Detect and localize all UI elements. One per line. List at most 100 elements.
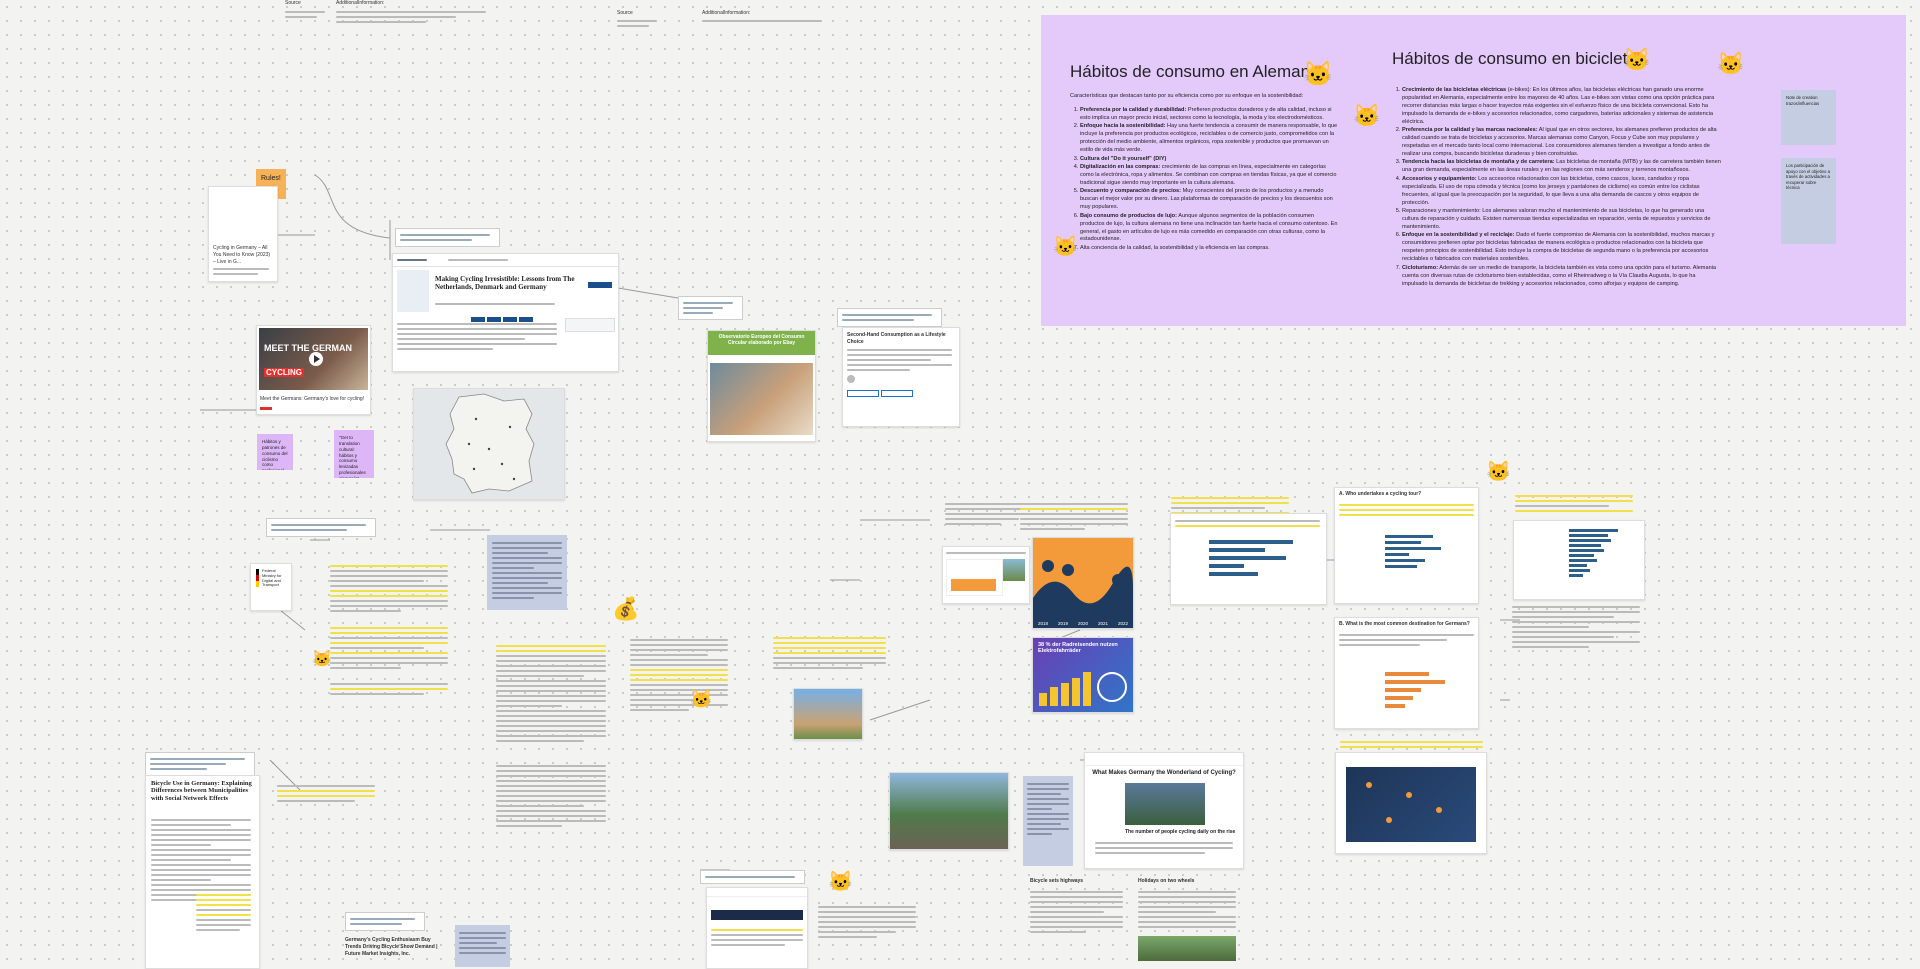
who-undertakes-chart[interactable]: A. Who undertakes a cycling tour?	[1334, 487, 1479, 604]
right-stats-notes	[1515, 492, 1635, 517]
travel-stats-notes	[1020, 500, 1130, 540]
ebike-bar	[1072, 677, 1080, 706]
video-thumb-text: MEET THE GERMAN	[264, 343, 353, 353]
ministry-card[interactable]: Federal Ministry for Digital and Transpo…	[250, 563, 292, 611]
url-chip-1[interactable]	[395, 228, 500, 247]
url-chip-5[interactable]	[145, 752, 255, 776]
purple-note-2[interactable]: "Get to translation cultural: hábitos y …	[334, 430, 374, 478]
right-bar-chart[interactable]	[1513, 520, 1645, 600]
mascot-bicycle-icon: 🐱	[1623, 47, 1651, 72]
download-button[interactable]	[588, 282, 612, 288]
ebike-bars	[1039, 668, 1097, 706]
sage-journal-card[interactable]	[706, 887, 808, 969]
board-right-list-item-bold: Cicloturismo:	[1402, 264, 1439, 271]
highlighted-notes-block	[330, 562, 450, 695]
board-side-note-1[interactable]: Note de creation trazos/influencias	[1781, 90, 1836, 145]
blue-note-3[interactable]	[455, 925, 510, 967]
ebike-chart-title: 38 % der Radreisenden nutzen Elektrofahr…	[1038, 642, 1118, 654]
purple-note-1[interactable]: Hábitos y patrones de consumo del ciclis…	[257, 434, 293, 470]
mascot-money-icon: 🐱	[1053, 236, 1078, 258]
germany-cycling-notes	[773, 634, 888, 679]
money-icon: 💰	[612, 596, 640, 621]
who-undertakes-title: A. Who undertakes a cycling tour?	[1339, 491, 1422, 497]
additional-info-label-2: AdditionalInformation:	[702, 10, 751, 16]
board-right-list-item: Tendencia hacia las bicicletas de montañ…	[1402, 159, 1722, 175]
board-left-list-item: Bajo consumo de productos de lujo: Aunqu…	[1080, 213, 1340, 245]
ebay-observatory-card[interactable]: Observatorio Europeo del Consumo Circula…	[707, 330, 816, 442]
video-thumb-text-2: CYCLING	[264, 368, 304, 377]
board-side-note-2[interactable]: Los participación de apoyo con el objeti…	[1781, 158, 1836, 244]
board-left-list-item-text: Alta conciencia de la calidad, la sosten…	[1080, 244, 1270, 251]
blue-note-2[interactable]	[1023, 776, 1073, 866]
germany-map	[414, 389, 564, 499]
map-notes	[1340, 738, 1485, 753]
source-2-lines	[617, 17, 657, 30]
board-left-content: Características que destacan tanto por s…	[1070, 93, 1340, 253]
second-hand-card[interactable]: Second-Hand Consumption as a Lifestyle C…	[842, 327, 960, 427]
orange-chart-tick: 2022	[1117, 621, 1128, 626]
bicycle-icon	[1097, 672, 1127, 702]
source-label-1: Source	[285, 0, 301, 6]
board-left-list: Preferencia por la calidad y durabilidad…	[1070, 107, 1340, 253]
youtube-icon	[260, 407, 272, 410]
board-left-list-item-bold: Preferencia por la calidad y durabilidad…	[1080, 106, 1187, 113]
url-chip-7[interactable]	[700, 870, 805, 884]
board-title-right: Hábitos de consumo en bicicletas	[1392, 49, 1646, 68]
bike-rental-chart-card[interactable]	[942, 546, 1030, 604]
play-icon[interactable]	[309, 352, 323, 366]
mascot-bike-rider-icon: 🐱	[1353, 103, 1381, 128]
url-chip-2[interactable]	[266, 518, 376, 537]
mascot-investigation-icon: 🐱	[1486, 461, 1511, 483]
board-left-list-item-bold: Digitalización en las compras:	[1080, 164, 1161, 170]
region-map-card[interactable]	[1335, 752, 1487, 854]
share-button[interactable]	[881, 390, 913, 397]
board-right-list-item-bold: Tendencia hacia las bicicletas de montañ…	[1402, 159, 1555, 166]
market-notes-block	[630, 636, 730, 716]
board-left-list-item: Enfoque hacia la sostenibilidad: Hay una…	[1080, 123, 1340, 155]
board-left-list-item: Cultura del "Do it yourself" (DIY)	[1080, 156, 1340, 164]
board-right-list-item-bold: Accesorios y equipamiento:	[1402, 175, 1477, 182]
bicycle-use-paper[interactable]: Bicycle Use in Germany: Explaining Diffe…	[145, 775, 260, 969]
bullet-notes-right	[1512, 603, 1642, 663]
board-left-list-item: Digitalización en las compras: crecimien…	[1080, 164, 1340, 188]
spring-note: Bicycle sets highways	[1030, 878, 1125, 963]
wonderland-subtitle: The number of people cycling daily on th…	[1125, 829, 1236, 835]
url-chip-3[interactable]	[678, 296, 743, 320]
ebike-bar-chart[interactable]: 38 % der Radreisenden nutzen Elektrofahr…	[1032, 637, 1134, 713]
wonderland-card[interactable]: What Makes Germany the Wonderland of Cyc…	[1084, 752, 1244, 869]
ebay-card-title: Observatorio Europeo del Consumo Circula…	[708, 331, 815, 355]
destination-title: B. What is the most common destination f…	[1339, 621, 1470, 627]
orange-cycle-chart[interactable]: 2018 2019 2020 2021 2022	[1032, 537, 1134, 629]
paper-title: Making Cycling Irresistible: Lessons fro…	[435, 275, 575, 292]
bikes-parking-photo[interactable]	[889, 772, 1009, 850]
board-right-list-item: Accesorios y equipamiento: Los accesorio…	[1402, 176, 1722, 208]
orange-chart-tick: 2021	[1097, 621, 1108, 626]
board-right-list-item-bold: Preferencia por la calidad y las marcas …	[1402, 127, 1538, 134]
board-right-content: Crecimiento de las bicicletas eléctricas…	[1392, 87, 1722, 289]
cycling-germany-card[interactable]: Cycling in Germany – All You Need to Kno…	[208, 186, 278, 282]
destination-chart[interactable]: B. What is the most common destination f…	[1334, 617, 1479, 729]
cycling-germany-title: Cycling in Germany – All You Need to Kno…	[213, 245, 271, 265]
url-chip-4[interactable]	[837, 308, 942, 327]
consumption-habits-board[interactable]: Hábitos de consumo en Alemania 🐱 Caracte…	[1041, 15, 1906, 326]
germany-map-card[interactable]	[413, 388, 565, 500]
blue-note-1[interactable]	[487, 535, 567, 610]
abstract-notes	[818, 903, 918, 943]
board-title-left: Hábitos de consumo en Alemania	[1070, 62, 1324, 81]
board-right-list-item: Reparaciones y mantenimiento: Los aleman…	[1402, 208, 1722, 232]
ministry-name: Federal Ministry for Digital and Transpo…	[262, 568, 282, 588]
video-card[interactable]: MEET THE GERMAN CYCLING Meet the Germans…	[256, 325, 371, 415]
video-thumbnail[interactable]: MEET THE GERMAN CYCLING	[259, 328, 368, 390]
survey-notes-block	[496, 642, 608, 852]
tour-bar-chart-1[interactable]	[1170, 513, 1327, 605]
bicycle-market-article-title[interactable]: Germany's Cycling Enthusiasm Buy Trends …	[345, 937, 445, 957]
cycling-landscape-photo[interactable]	[793, 688, 863, 740]
social-network-notes	[277, 782, 377, 807]
paper-card[interactable]: Making Cycling Irresistible: Lessons fro…	[392, 253, 619, 372]
board-right-list-item-text: Reparaciones y mantenimiento: Los aleman…	[1402, 208, 1711, 230]
url-chip-6[interactable]	[345, 912, 425, 931]
follow-button[interactable]	[847, 390, 879, 397]
orange-chart-svg	[1033, 538, 1133, 628]
wonderland-title: What Makes Germany the Wonderland of Cyc…	[1092, 770, 1236, 776]
additional-info-label-1: AdditionalInformation:	[336, 0, 385, 6]
